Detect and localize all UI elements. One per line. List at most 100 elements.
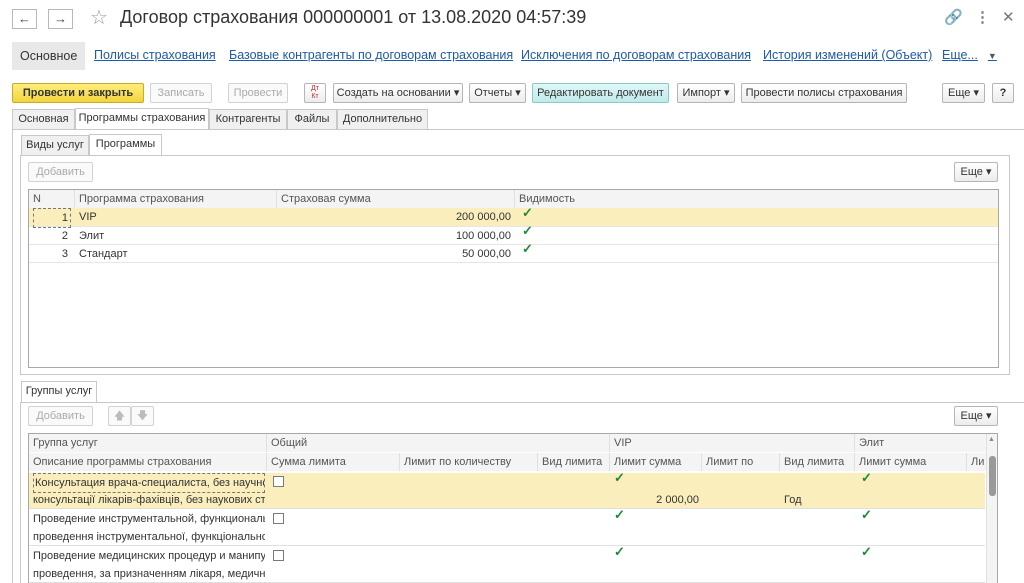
programs-add-button[interactable]: Добавить <box>28 162 93 182</box>
move-up-icon[interactable]: 🡅 <box>108 406 131 426</box>
column-header-program[interactable]: Программа страхования <box>75 190 277 208</box>
table-row[interactable]: Проведение инструментальной, функциональ… <box>29 507 985 546</box>
favorite-star-icon[interactable]: ☆ <box>90 5 108 30</box>
section-policies[interactable]: Полисы страхования <box>94 48 216 62</box>
common-limit-checkbox[interactable] <box>273 476 284 487</box>
row-number: 2 <box>61 230 68 242</box>
tab-main[interactable]: Основная <box>12 109 75 130</box>
window-title: Договор страхования 000000001 от 13.08.2… <box>120 7 587 27</box>
elite-limit-checkbox[interactable] <box>861 470 872 486</box>
vip-limit-checkbox[interactable] <box>614 470 625 486</box>
common-limit-checkbox[interactable] <box>273 550 284 561</box>
table-row[interactable]: 2 Элит 100 000,00 <box>29 223 998 245</box>
column-header-description[interactable]: Описание программы страхования <box>29 453 267 471</box>
column-header-vip-limit-type[interactable]: Вид лимита <box>780 453 855 471</box>
post-policies-button[interactable]: Провести полисы страхования <box>741 83 907 103</box>
help-button[interactable]: ? <box>992 83 1014 103</box>
row-number: 3 <box>61 248 68 260</box>
reports-button[interactable]: Отчеты ▾ <box>469 83 526 103</box>
more-vertical-icon[interactable]: ⋮ <box>975 8 990 26</box>
row-program-name: Стандарт <box>79 248 128 260</box>
table-row[interactable]: 3 Стандарт 50 000,00 <box>29 241 998 263</box>
tab-programs-list[interactable]: Программы <box>89 134 162 156</box>
table-row[interactable]: Консультация врача-специалиста, без науч… <box>29 470 985 509</box>
close-icon[interactable]: ✕ <box>1002 8 1015 26</box>
column-header-limit-count[interactable]: Лимит по количеству <box>400 453 538 471</box>
vip-limit-checkbox[interactable] <box>614 507 625 523</box>
edit-document-button[interactable]: Редактировать документ <box>532 83 669 103</box>
post-and-close-button[interactable]: Провести и закрыть <box>12 83 144 103</box>
programs-more-label: Еще <box>960 166 983 178</box>
row-group-name: Проведение медицинских процедур и манипу… <box>33 550 265 562</box>
row-program-name: Элит <box>79 230 105 242</box>
visibility-checkbox[interactable] <box>522 241 533 257</box>
link-icon[interactable]: 🔗 <box>944 8 963 26</box>
row-insured-sum: 50 000,00 <box>462 248 511 260</box>
section-base-counterparties[interactable]: Базовые контрагенты по договорам страхов… <box>229 48 513 62</box>
vip-limit-value: 2 000,00 <box>656 494 699 506</box>
tab-service-groups[interactable]: Группы услуг <box>21 381 97 403</box>
scroll-up-icon[interactable]: ▲ <box>988 436 995 443</box>
reports-label: Отчеты <box>474 87 513 99</box>
groups-table: Группа услуг Общий VIP Элит Описание про… <box>28 433 998 583</box>
column-header-limit-type[interactable]: Вид лимита <box>538 453 610 471</box>
vertical-scrollbar[interactable]: ▲ <box>986 434 997 583</box>
elite-limit-checkbox[interactable] <box>861 544 872 560</box>
row-description: консультації лікарів-фахівців, без науко… <box>33 494 265 506</box>
dt-kt-icon[interactable]: Дт Кт <box>304 83 326 103</box>
forward-button[interactable]: → <box>48 9 73 29</box>
table-row[interactable]: Проведение медицинских процедур и манипу… <box>29 544 985 583</box>
visibility-checkbox[interactable] <box>522 205 533 221</box>
programs-table: N Программа страхования Страховая сумма … <box>28 189 999 368</box>
vip-limit-type: Год <box>784 494 802 506</box>
column-header-elite[interactable]: Элит <box>855 434 997 452</box>
create-based-label: Создать на основании <box>336 87 451 99</box>
column-header-vip[interactable]: VIP <box>610 434 855 452</box>
table-row[interactable]: 1 VIP 200 000,00 <box>29 205 998 228</box>
row-description: проведення інструментальної, функціональ… <box>33 531 265 543</box>
section-more[interactable]: Еще... ▼ <box>942 48 997 62</box>
column-header-sum[interactable]: Страховая сумма <box>277 190 515 208</box>
more-label: Еще <box>948 87 971 99</box>
column-header-limit-sum[interactable]: Сумма лимита <box>267 453 400 471</box>
visibility-checkbox[interactable] <box>522 223 533 239</box>
title-bar: ← → ☆ Договор страхования 000000001 от 1… <box>0 0 1024 38</box>
common-limit-checkbox[interactable] <box>273 513 284 524</box>
tab-counterparties[interactable]: Контрагенты <box>209 109 287 130</box>
section-exclusions[interactable]: Исключения по договорам страхования <box>521 48 751 62</box>
column-header-service-group[interactable]: Группа услуг <box>29 434 267 452</box>
row-program-name: VIP <box>79 211 97 223</box>
column-header-visibility[interactable]: Видимость <box>515 190 998 208</box>
post-button[interactable]: Провести <box>228 83 288 103</box>
section-change-history[interactable]: История изменений (Объект) <box>763 48 932 62</box>
row-description: проведення, за призначенням лікаря, меди… <box>33 568 265 580</box>
column-header-n[interactable]: N <box>29 190 75 208</box>
tab-additional[interactable]: Дополнительно <box>337 109 428 130</box>
import-button[interactable]: Импорт ▾ <box>677 83 735 103</box>
groups-more-button[interactable]: Еще ▾ <box>954 406 998 426</box>
column-header-vip-limit-sum[interactable]: Лимит сумма <box>610 453 702 471</box>
tab-programs[interactable]: Программы страхования <box>75 108 209 130</box>
move-down-icon[interactable]: 🡇 <box>131 406 154 426</box>
row-insured-sum: 100 000,00 <box>455 230 511 242</box>
groups-add-button[interactable]: Добавить <box>28 406 93 426</box>
column-header-elite-limit-sum[interactable]: Лимит сумма <box>855 453 967 471</box>
groups-more-label: Еще <box>960 410 983 422</box>
column-header-common[interactable]: Общий <box>267 434 610 452</box>
tab-files[interactable]: Файлы <box>287 109 337 130</box>
programs-more-button[interactable]: Еще ▾ <box>954 162 998 182</box>
section-bar: Основное Полисы страхования Базовые конт… <box>0 38 1024 74</box>
create-based-button[interactable]: Создать на основании ▾ <box>333 83 463 103</box>
vip-limit-checkbox[interactable] <box>614 544 625 560</box>
row-number: 1 <box>33 208 71 228</box>
import-label: Импорт <box>682 87 721 99</box>
save-button[interactable]: Записать <box>150 83 212 103</box>
row-insured-sum: 200 000,00 <box>455 211 511 223</box>
scrollbar-thumb[interactable] <box>989 456 996 496</box>
tab-service-types[interactable]: Виды услуг <box>21 135 89 156</box>
back-button[interactable]: ← <box>12 9 37 29</box>
section-main[interactable]: Основное <box>12 42 86 70</box>
elite-limit-checkbox[interactable] <box>861 507 872 523</box>
more-button[interactable]: Еще ▾ <box>942 83 985 103</box>
column-header-vip-limit-by[interactable]: Лимит по <box>702 453 780 471</box>
